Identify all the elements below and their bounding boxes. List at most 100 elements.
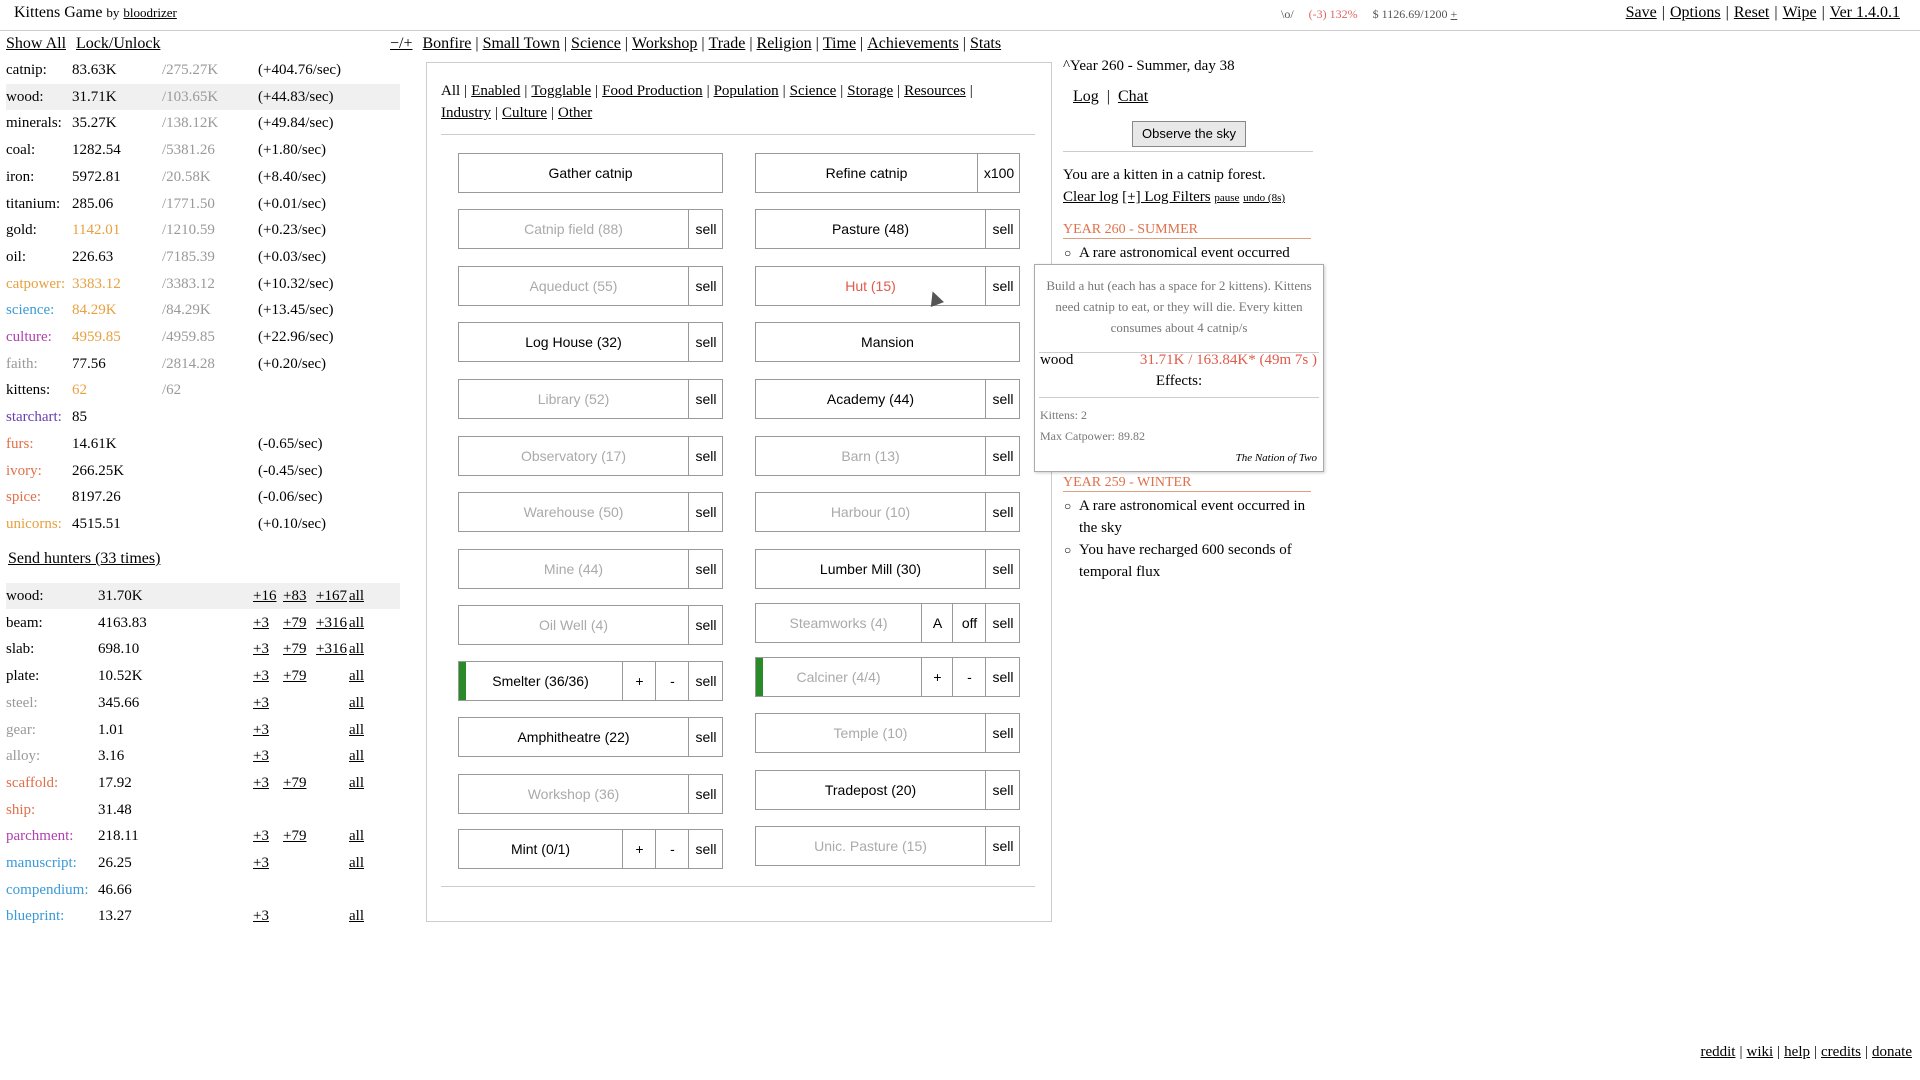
send-hunters-link[interactable]: Send hunters (33 times) xyxy=(8,550,160,568)
barn-button[interactable]: Barn (13) sell xyxy=(755,436,1020,476)
log-tab[interactable]: Log xyxy=(1073,88,1099,105)
craft-large-button[interactable]: +316 xyxy=(316,610,347,636)
tab-small-town[interactable]: Small Town xyxy=(483,35,560,52)
aqueduct-button[interactable]: Aqueduct (55) sell xyxy=(458,266,723,306)
craft-small-button[interactable]: +3 xyxy=(253,610,269,636)
filter-industry[interactable]: Industry xyxy=(441,105,491,121)
academy-sell-button[interactable]: sell xyxy=(985,380,1020,418)
smelter-sell-button[interactable]: sell xyxy=(688,662,723,700)
log-filters-link[interactable]: [+] Log Filters xyxy=(1122,189,1210,205)
lock-unlock-link[interactable]: Lock/Unlock xyxy=(76,35,160,52)
filter-enabled[interactable]: Enabled xyxy=(471,83,520,99)
craft-all-button[interactable]: all xyxy=(349,743,364,769)
filter-togglable[interactable]: Togglable xyxy=(531,83,591,99)
craft-large-button[interactable]: +316 xyxy=(316,636,347,662)
craft-small-button[interactable]: +3 xyxy=(253,770,269,796)
craft-all-button[interactable]: all xyxy=(349,583,364,609)
craft-medium-button[interactable]: +79 xyxy=(283,636,306,662)
clear-log-link[interactable]: Clear log xyxy=(1063,189,1118,205)
craft-all-button[interactable]: all xyxy=(349,636,364,662)
mint-button[interactable]: Mint (0/1) + - sell xyxy=(458,829,723,869)
craft-small-button[interactable]: +3 xyxy=(253,823,269,849)
author-link[interactable]: bloodrizer xyxy=(123,5,176,20)
tab-time[interactable]: Time xyxy=(823,35,856,52)
calciner-minus-button[interactable]: - xyxy=(952,658,986,696)
craft-medium-button[interactable]: +79 xyxy=(283,823,306,849)
options-button[interactable]: Options xyxy=(1670,4,1721,21)
log-house-button[interactable]: Log House (32) sell xyxy=(458,322,723,362)
craft-all-button[interactable]: all xyxy=(349,903,364,929)
collapse-toggle[interactable]: −/+ xyxy=(390,35,413,52)
academy-button[interactable]: Academy (44) sell xyxy=(755,379,1020,419)
amphitheatre-button[interactable]: Amphitheatre (22) sell xyxy=(458,717,723,757)
filter-resources[interactable]: Resources xyxy=(904,83,966,99)
mine-sell-button[interactable]: sell xyxy=(688,550,723,588)
unic-pasture-sell-button[interactable]: sell xyxy=(985,827,1020,865)
gather-catnip-button[interactable]: Gather catnip xyxy=(458,153,723,193)
mint-plus-button[interactable]: + xyxy=(622,830,656,868)
craft-small-button[interactable]: +3 xyxy=(253,663,269,689)
workshop-sell-button[interactable]: sell xyxy=(688,775,723,813)
tab-religion[interactable]: Religion xyxy=(757,35,812,52)
craft-all-button[interactable]: all xyxy=(349,610,364,636)
filter-all[interactable]: All xyxy=(441,83,460,99)
filter-culture[interactable]: Culture xyxy=(502,105,547,121)
lumber-mill-button[interactable]: Lumber Mill (30) sell xyxy=(755,549,1020,589)
reset-button[interactable]: Reset xyxy=(1734,4,1770,21)
pasture-sell-button[interactable]: sell xyxy=(985,210,1020,248)
steamworks-button[interactable]: Steamworks (4) A off sell xyxy=(755,603,1020,643)
log-house-sell-button[interactable]: sell xyxy=(688,323,723,361)
mint-minus-button[interactable]: - xyxy=(655,830,689,868)
oil-well-sell-button[interactable]: sell xyxy=(688,606,723,644)
money-plus-button[interactable]: + xyxy=(1451,7,1458,21)
observatory-button[interactable]: Observatory (17) sell xyxy=(458,436,723,476)
harbour-button[interactable]: Harbour (10) sell xyxy=(755,492,1020,532)
craft-medium-button[interactable]: +79 xyxy=(283,770,306,796)
craft-small-button[interactable]: +3 xyxy=(253,690,269,716)
oil-well-button[interactable]: Oil Well (4) sell xyxy=(458,605,723,645)
filter-storage[interactable]: Storage xyxy=(847,83,893,99)
craft-small-button[interactable]: +3 xyxy=(253,717,269,743)
refine-catnip-x100-button[interactable]: x100 xyxy=(977,154,1020,192)
harbour-sell-button[interactable]: sell xyxy=(985,493,1020,531)
craft-small-button[interactable]: +16 xyxy=(253,583,276,609)
credits-link[interactable]: credits xyxy=(1821,1044,1861,1060)
tab-workshop[interactable]: Workshop xyxy=(632,35,697,52)
hut-sell-button[interactable]: sell xyxy=(985,267,1020,305)
steamworks-off-button[interactable]: off xyxy=(952,604,986,642)
tab-science[interactable]: Science xyxy=(571,35,621,52)
amphitheatre-sell-button[interactable]: sell xyxy=(688,718,723,756)
library-sell-button[interactable]: sell xyxy=(688,380,723,418)
warehouse-sell-button[interactable]: sell xyxy=(688,493,723,531)
lumber-mill-sell-button[interactable]: sell xyxy=(985,550,1020,588)
calciner-plus-button[interactable]: + xyxy=(921,658,953,696)
catnip-field-button[interactable]: Catnip field (88) sell xyxy=(458,209,723,249)
observatory-sell-button[interactable]: sell xyxy=(688,437,723,475)
craft-small-button[interactable]: +3 xyxy=(253,903,269,929)
craft-all-button[interactable]: all xyxy=(349,663,364,689)
temple-button[interactable]: Temple (10) sell xyxy=(755,713,1020,753)
aqueduct-sell-button[interactable]: sell xyxy=(688,267,723,305)
tab-bonfire[interactable]: Bonfire xyxy=(423,35,472,52)
unic-pasture-button[interactable]: Unic. Pasture (15) sell xyxy=(755,826,1020,866)
craft-small-button[interactable]: +3 xyxy=(253,636,269,662)
mansion-button[interactable]: Mansion xyxy=(755,322,1020,362)
refine-catnip-button[interactable]: Refine catnip x100 xyxy=(755,153,1020,193)
filter-other[interactable]: Other xyxy=(558,105,592,121)
donate-link[interactable]: donate xyxy=(1872,1044,1912,1060)
wipe-button[interactable]: Wipe xyxy=(1783,4,1817,21)
observe-sky-button[interactable]: Observe the sky xyxy=(1132,121,1246,147)
library-button[interactable]: Library (52) sell xyxy=(458,379,723,419)
steamworks-sell-button[interactable]: sell xyxy=(985,604,1020,642)
craft-medium-button[interactable]: +83 xyxy=(283,583,306,609)
mint-sell-button[interactable]: sell xyxy=(688,830,723,868)
save-button[interactable]: Save xyxy=(1626,4,1657,21)
craft-all-button[interactable]: all xyxy=(349,690,364,716)
smelter-minus-button[interactable]: - xyxy=(655,662,689,700)
craft-medium-button[interactable]: +79 xyxy=(283,610,306,636)
catnip-field-sell-button[interactable]: sell xyxy=(688,210,723,248)
craft-small-button[interactable]: +3 xyxy=(253,850,269,876)
filter-food-production[interactable]: Food Production xyxy=(602,83,702,99)
mine-button[interactable]: Mine (44) sell xyxy=(458,549,723,589)
craft-small-button[interactable]: +3 xyxy=(253,743,269,769)
